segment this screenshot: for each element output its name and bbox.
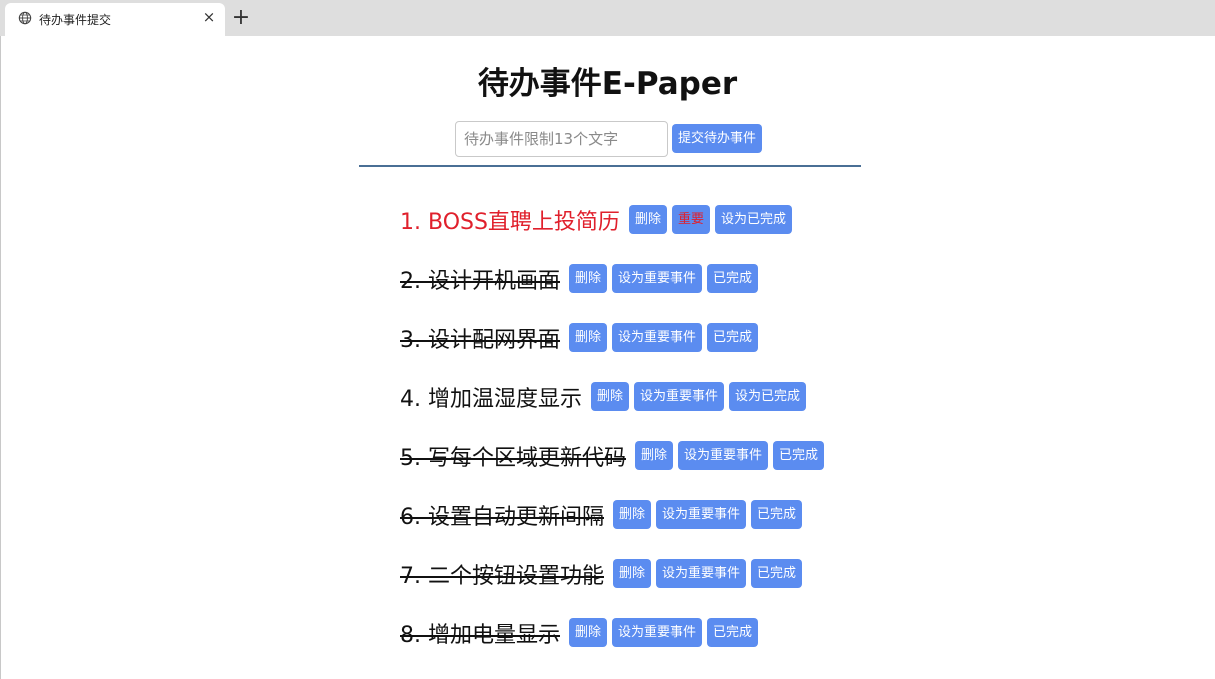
todo-item: 4. 增加温湿度显示 删除 设为重要事件 设为已完成 xyxy=(400,367,1200,426)
todo-text: 6. 设置自动更新间隔 xyxy=(400,504,604,530)
todo-item: 3. 设计配网界面 删除 设为重要事件 已完成 xyxy=(400,308,1200,367)
delete-button[interactable]: 删除 xyxy=(612,559,651,588)
delete-button[interactable]: 删除 xyxy=(634,441,673,470)
todo-list: 1. BOSS直聘上投简历 删除 重要 设为已完成 2. 设计开机画面 删除 设… xyxy=(400,190,1200,662)
todo-text: 8. 增加电量显示 xyxy=(400,622,560,648)
importance-button[interactable]: 重要 xyxy=(671,205,710,234)
tab-title: 待办事件提交 xyxy=(39,13,112,27)
status-button[interactable]: 已完成 xyxy=(707,264,759,293)
status-button[interactable]: 已完成 xyxy=(751,559,803,588)
todo-item: 1. BOSS直聘上投简历 删除 重要 设为已完成 xyxy=(400,190,1200,249)
page-title: 待办事件E-Paper xyxy=(477,66,738,102)
todo-item: 2. 设计开机画面 删除 设为重要事件 已完成 xyxy=(400,249,1200,308)
status-button[interactable]: 已完成 xyxy=(773,441,825,470)
new-tab-icon[interactable]: + xyxy=(231,7,251,29)
status-button[interactable]: 已完成 xyxy=(707,323,759,352)
delete-button[interactable]: 删除 xyxy=(568,323,607,352)
todo-item: 6. 设置自动更新间隔 删除 设为重要事件 已完成 xyxy=(400,485,1200,544)
todo-input[interactable] xyxy=(455,121,668,157)
todo-item: 7. 二个按钮设置功能 删除 设为重要事件 已完成 xyxy=(400,544,1200,603)
todo-text: 3. 设计配网界面 xyxy=(400,327,560,353)
delete-button[interactable]: 删除 xyxy=(612,500,651,529)
importance-button[interactable]: 设为重要事件 xyxy=(612,323,703,352)
divider xyxy=(359,165,861,167)
delete-button[interactable]: 删除 xyxy=(590,382,629,411)
submit-todo-button[interactable]: 提交待办事件 xyxy=(672,124,763,153)
importance-button[interactable]: 设为重要事件 xyxy=(656,500,747,529)
importance-button[interactable]: 设为重要事件 xyxy=(634,382,725,411)
status-button[interactable]: 设为已完成 xyxy=(714,205,792,234)
status-button[interactable]: 已完成 xyxy=(707,618,759,647)
delete-button[interactable]: 删除 xyxy=(628,205,667,234)
close-icon[interactable]: × xyxy=(201,9,217,25)
todo-text: 2. 设计开机画面 xyxy=(400,268,560,294)
delete-button[interactable]: 删除 xyxy=(568,618,607,647)
browser-tab-bar: 待办事件提交 × + xyxy=(0,0,1215,36)
todo-text: 1. BOSS直聘上投简历 xyxy=(400,209,620,235)
todo-text: 5. 写每个区域更新代码 xyxy=(400,445,626,471)
todo-text: 7. 二个按钮设置功能 xyxy=(400,563,604,589)
importance-button[interactable]: 设为重要事件 xyxy=(656,559,747,588)
status-button[interactable]: 已完成 xyxy=(751,500,803,529)
todo-item: 5. 写每个区域更新代码 删除 设为重要事件 已完成 xyxy=(400,426,1200,485)
delete-button[interactable]: 删除 xyxy=(568,264,607,293)
importance-button[interactable]: 设为重要事件 xyxy=(612,264,703,293)
globe-icon xyxy=(18,11,32,25)
todo-text: 4. 增加温湿度显示 xyxy=(400,386,582,412)
browser-tab[interactable]: 待办事件提交 × xyxy=(5,3,225,36)
importance-button[interactable]: 设为重要事件 xyxy=(612,618,703,647)
window-left-border xyxy=(0,36,1,679)
todo-item: 8. 增加电量显示 删除 设为重要事件 已完成 xyxy=(400,603,1200,662)
importance-button[interactable]: 设为重要事件 xyxy=(678,441,769,470)
status-button[interactable]: 设为已完成 xyxy=(729,382,807,411)
